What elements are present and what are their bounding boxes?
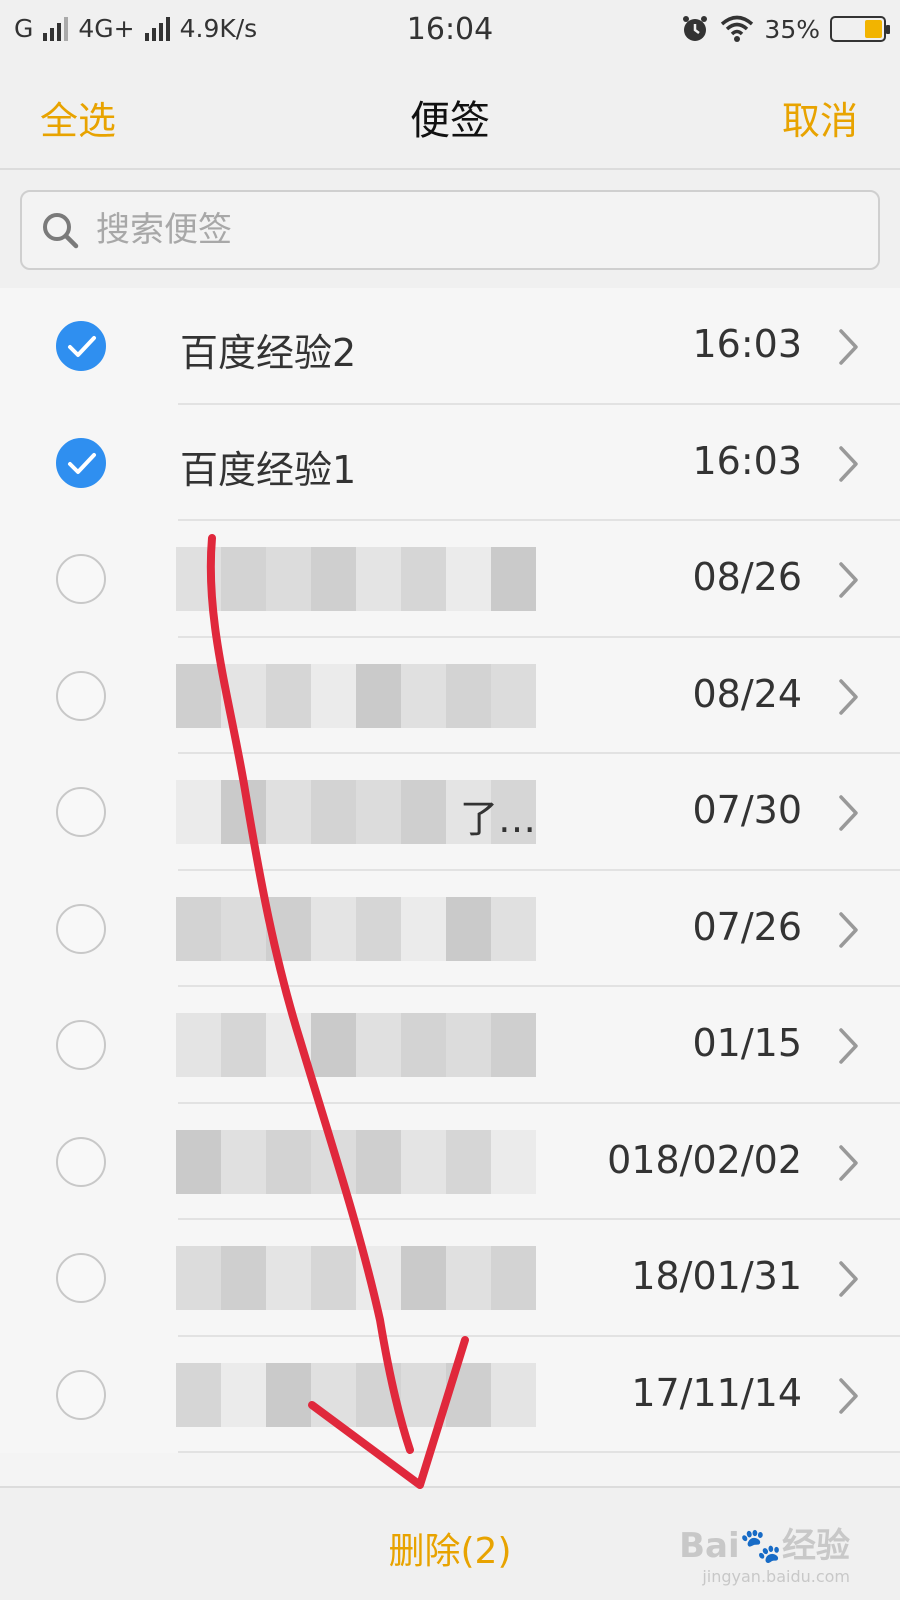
- watermark-logo: Bai🐾经验 jingyan.baidu.com: [679, 1518, 850, 1586]
- checkbox-unchecked[interactable]: [56, 787, 106, 837]
- checkbox-checked[interactable]: [56, 437, 106, 488]
- chevron-right-icon: [839, 678, 858, 715]
- chevron-right-icon: [839, 1261, 858, 1297]
- wifi-icon: [721, 15, 754, 42]
- checkmark-icon: [68, 336, 96, 357]
- chevron-right-icon: [839, 1377, 858, 1414]
- chevron-right-icon: [839, 795, 858, 831]
- note-row[interactable]: 07/26: [0, 870, 900, 987]
- note-date: 07/26: [692, 904, 802, 949]
- checkbox-unchecked[interactable]: [56, 670, 106, 721]
- note-row[interactable]: 08/24: [0, 637, 900, 754]
- note-date: 018/02/02: [607, 1137, 802, 1182]
- note-list: 百度经验2 16:03 百度经验1 16:03 08/26 08/24 了… 07/30 07/…: [0, 288, 900, 1453]
- page-title: 便签: [410, 98, 490, 144]
- chevron-right-icon: [839, 562, 858, 598]
- checkbox-unchecked[interactable]: [56, 1020, 106, 1070]
- watermark-brand: Bai: [679, 1526, 740, 1566]
- status-bar: G 4G+ 4.9K/s 16:04 35%: [0, 0, 900, 62]
- note-date: 17/11/14: [631, 1370, 802, 1415]
- search-input[interactable]: [96, 210, 816, 250]
- search-box[interactable]: [20, 190, 880, 270]
- checkbox-unchecked[interactable]: [56, 1136, 106, 1187]
- row-divider: [178, 1451, 900, 1453]
- note-row[interactable]: 01/15: [0, 987, 900, 1104]
- paw-icon: 🐾: [739, 1526, 782, 1566]
- checkbox-unchecked[interactable]: [56, 1253, 106, 1303]
- chevron-right-icon: [839, 329, 858, 365]
- checkbox-checked[interactable]: [56, 321, 106, 371]
- search-area: [0, 170, 900, 288]
- nav-bar: 全选 便签 取消: [0, 62, 900, 170]
- blurred-title: [176, 1129, 536, 1194]
- blurred-title: [176, 547, 536, 611]
- chevron-right-icon: [839, 911, 858, 948]
- note-date: 16:03: [692, 322, 802, 366]
- checkbox-unchecked[interactable]: [56, 554, 106, 604]
- blurred-title: [176, 663, 536, 728]
- battery-percent: 35%: [764, 14, 820, 44]
- chevron-right-icon: [839, 1144, 858, 1181]
- note-row[interactable]: 了… 07/30: [0, 754, 900, 871]
- note-row[interactable]: 17/11/14: [0, 1336, 900, 1453]
- chevron-right-icon: [839, 1028, 858, 1064]
- battery-icon: [830, 16, 890, 42]
- note-date: 08/26: [692, 555, 802, 599]
- battery-fill: [865, 20, 882, 38]
- blurred-title: [176, 1013, 536, 1077]
- bottom-action-bar: 删除(2) Bai🐾经验 jingyan.baidu.com: [0, 1486, 900, 1600]
- cancel-button[interactable]: 取消: [782, 90, 858, 145]
- note-title: 百度经验1: [180, 447, 357, 492]
- note-date: 18/01/31: [631, 1254, 802, 1298]
- checkbox-unchecked[interactable]: [56, 1369, 106, 1420]
- note-row[interactable]: 18/01/31: [0, 1220, 900, 1337]
- checkmark-icon: [68, 452, 96, 474]
- note-row[interactable]: 百度经验2 16:03: [0, 288, 900, 405]
- note-row[interactable]: 08/26: [0, 521, 900, 638]
- blurred-title: [176, 1362, 536, 1427]
- note-title: 百度经验2: [180, 331, 357, 375]
- note-date: 07/30: [692, 788, 802, 832]
- watermark-url: jingyan.baidu.com: [702, 1567, 850, 1586]
- note-row[interactable]: 百度经验1 16:03: [0, 404, 900, 521]
- note-date: 01/15: [692, 1021, 802, 1065]
- note-date: 08/24: [692, 671, 802, 716]
- search-icon: [43, 213, 79, 249]
- status-right: 35%: [680, 14, 890, 44]
- note-title: 了…: [460, 797, 537, 841]
- note-row[interactable]: 018/02/02: [0, 1103, 900, 1220]
- chevron-right-icon: [839, 445, 858, 482]
- watermark-brand-2: 经验: [782, 1526, 850, 1566]
- blurred-title: [176, 1246, 536, 1310]
- alarm-icon: [683, 16, 708, 41]
- checkbox-unchecked[interactable]: [56, 903, 106, 954]
- blurred-title: [176, 896, 536, 961]
- note-date: 16:03: [692, 438, 802, 483]
